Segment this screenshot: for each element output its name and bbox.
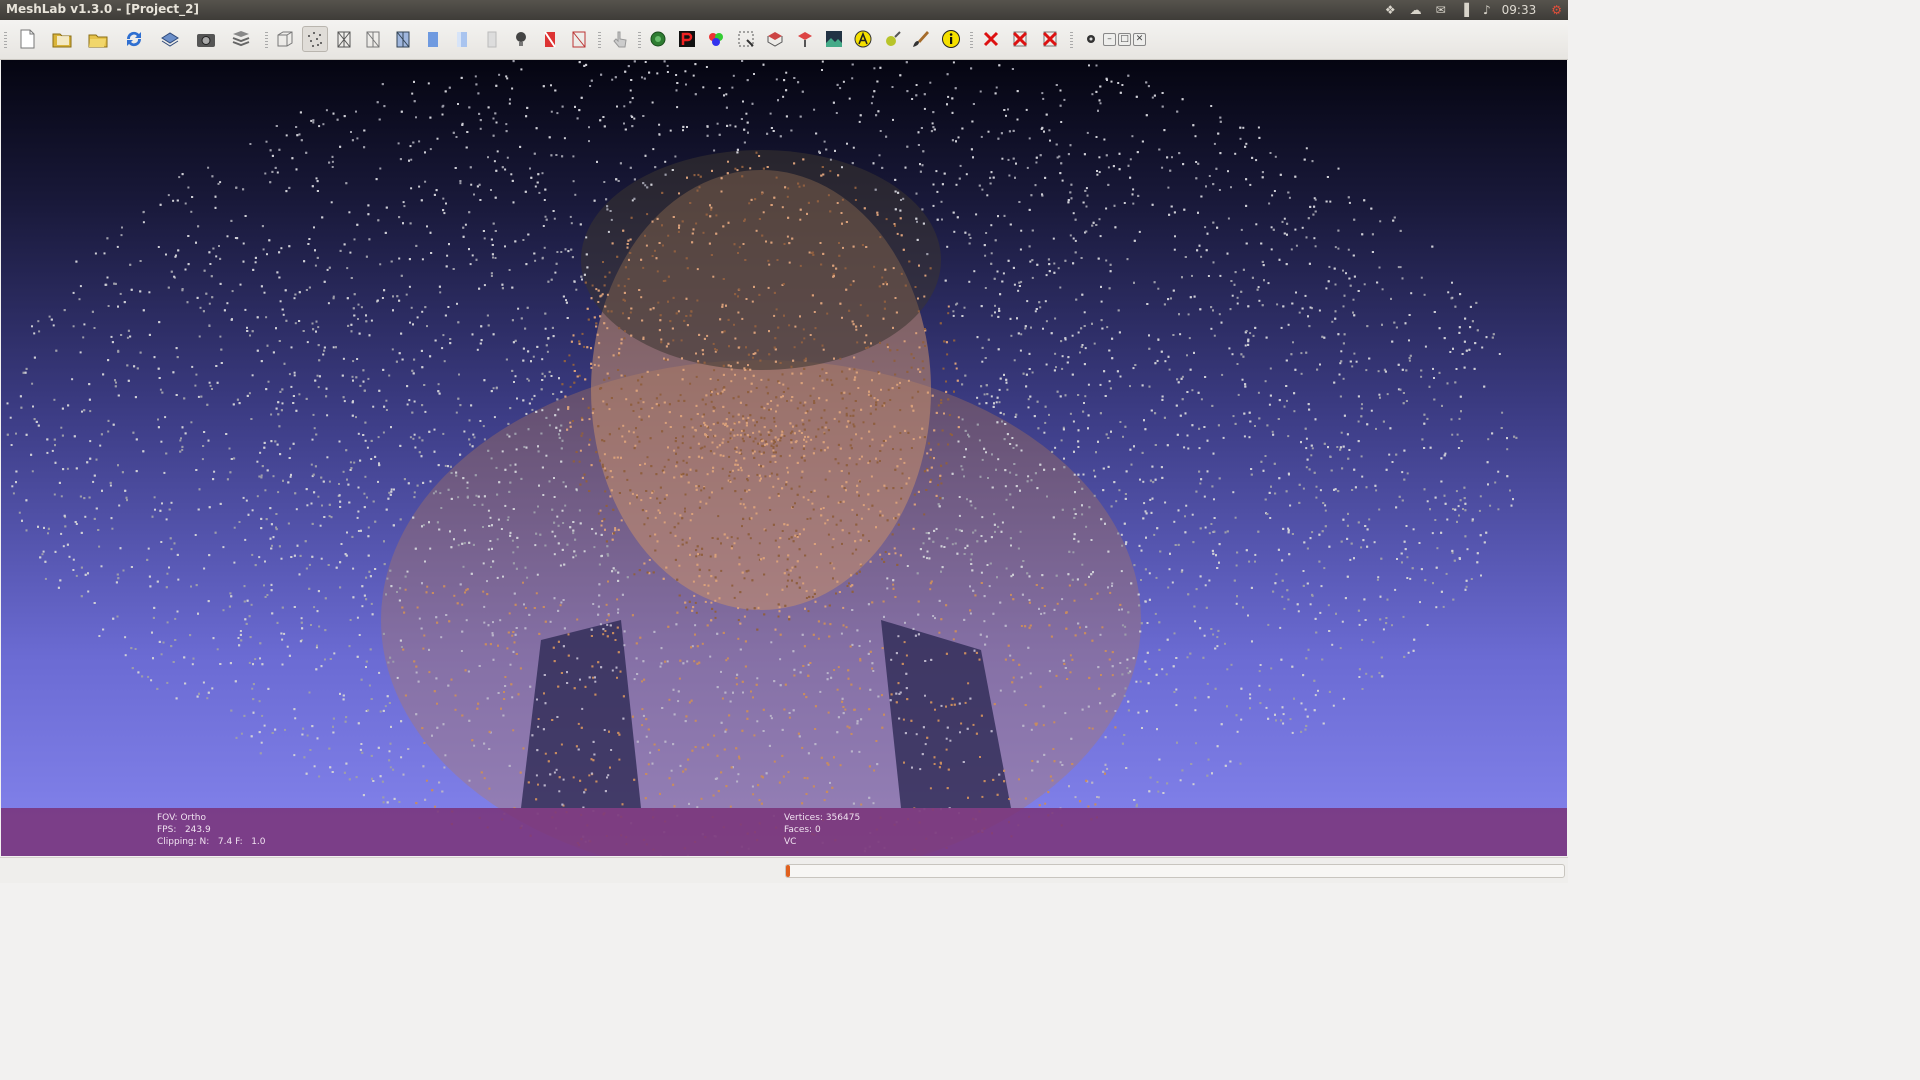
system-tray: ❖ ☁ ✉ ▐ ♪ 09:33 ⚙: [1378, 0, 1568, 20]
delete-vertices-icon[interactable]: [1037, 26, 1063, 52]
top-panel: MeshLab v1.3.0 - [Project_2] ❖ ☁ ✉ ▐ ♪ 0…: [0, 0, 1568, 20]
bounding-box-icon[interactable]: [272, 26, 298, 52]
toolbar-grip[interactable]: [598, 32, 601, 48]
mail-icon[interactable]: ✉: [1436, 0, 1446, 20]
measure-icon[interactable]: [645, 26, 671, 52]
vertices-label: Vertices:: [784, 813, 823, 823]
fps-row: FPS: 243.9: [157, 824, 266, 836]
info-right-column: Vertices: 356475 Faces: 0 VC: [784, 812, 860, 848]
point-cloud[interactable]: [1, 60, 1567, 856]
delete-icon[interactable]: [978, 26, 1004, 52]
lighting-icon[interactable]: [508, 26, 534, 52]
clipping-far-label: F:: [235, 837, 243, 847]
selected-vertices-icon[interactable]: [566, 26, 592, 52]
clipping-row: Clipping: N: 7.4 F: 1.0: [157, 836, 266, 848]
annotate-icon[interactable]: [850, 26, 876, 52]
wireframe-icon[interactable]: [331, 26, 357, 52]
faces-value: 0: [815, 825, 821, 835]
mesh-window-icon[interactable]: [1078, 26, 1104, 52]
progress-fill: [786, 865, 790, 877]
fov-value: Ortho: [180, 813, 206, 823]
fps-label: FPS:: [157, 825, 176, 835]
reload-icon[interactable]: [121, 26, 147, 52]
status-bar: [0, 857, 1568, 883]
vertices-value: 356475: [826, 813, 860, 823]
pickpoints-icon[interactable]: [674, 26, 700, 52]
toolbar-grip[interactable]: [638, 32, 641, 48]
toolbar-grip[interactable]: [970, 32, 973, 48]
hidden-lines-icon[interactable]: [360, 26, 386, 52]
clock[interactable]: 09:33: [1502, 3, 1537, 17]
render-mode: VC: [784, 836, 860, 848]
window-title: MeshLab v1.3.0 - [Project_2]: [6, 2, 199, 16]
toolbar-grip[interactable]: [265, 32, 268, 48]
open-project-icon[interactable]: [49, 26, 75, 52]
raster-icon[interactable]: [821, 26, 847, 52]
faces-row: Faces: 0: [784, 824, 860, 836]
select-icon[interactable]: [733, 26, 759, 52]
main-toolbar: [0, 20, 1568, 60]
info-icon[interactable]: [938, 26, 964, 52]
smooth-icon[interactable]: [449, 26, 475, 52]
fill-icon[interactable]: [762, 26, 788, 52]
power-icon[interactable]: ⚙: [1551, 0, 1562, 20]
clipping-label: Clipping: N:: [157, 837, 209, 847]
brush-icon[interactable]: [908, 26, 934, 52]
pick-icon[interactable]: [607, 26, 633, 52]
flat-lines-icon[interactable]: [390, 26, 416, 52]
points-icon[interactable]: [302, 26, 328, 52]
toolbar-grip[interactable]: [4, 32, 7, 48]
clipping-near-value: 7.4: [218, 837, 232, 847]
close-window-button[interactable]: ✕: [1133, 33, 1146, 46]
layer-dialog-icon[interactable]: [228, 26, 254, 52]
network-signal-icon[interactable]: ▐: [1460, 0, 1469, 20]
fps-value: 243.9: [185, 825, 211, 835]
align-icon[interactable]: [792, 26, 818, 52]
faces-label: Faces:: [784, 825, 812, 835]
dropbox-icon[interactable]: ❖: [1385, 0, 1396, 20]
selected-faces-icon[interactable]: [537, 26, 563, 52]
import-mesh-icon[interactable]: [85, 26, 111, 52]
new-empty-project-icon[interactable]: [14, 26, 40, 52]
vertices-row: Vertices: 356475: [784, 812, 860, 824]
restore-window-button[interactable]: □: [1118, 33, 1131, 46]
minimize-window-button[interactable]: –: [1103, 33, 1116, 46]
toolbar-grip[interactable]: [1070, 32, 1073, 48]
cloud-icon[interactable]: ☁: [1410, 0, 1422, 20]
delete-faces-icon[interactable]: [1007, 26, 1033, 52]
z-paint-icon[interactable]: [879, 26, 905, 52]
snapshot-icon[interactable]: [193, 26, 219, 52]
info-overlay: FOV: Ortho FPS: 243.9 Clipping: N: 7.4 F…: [1, 808, 1567, 856]
fov-label: FOV:: [157, 813, 178, 823]
clipping-far-value: 1.0: [251, 837, 265, 847]
flat-icon[interactable]: [420, 26, 446, 52]
fov-row: FOV: Ortho: [157, 812, 266, 824]
3d-viewport[interactable]: FOV: Ortho FPS: 243.9 Clipping: N: 7.4 F…: [1, 60, 1567, 856]
figure-region: [581, 150, 941, 370]
paint-icon[interactable]: [703, 26, 729, 52]
volume-icon[interactable]: ♪: [1483, 0, 1491, 20]
info-left-column: FOV: Ortho FPS: 243.9 Clipping: N: 7.4 F…: [157, 812, 266, 848]
progress-bar: [785, 864, 1565, 878]
back-face-icon[interactable]: [479, 26, 505, 52]
export-mesh-icon[interactable]: [157, 26, 183, 52]
